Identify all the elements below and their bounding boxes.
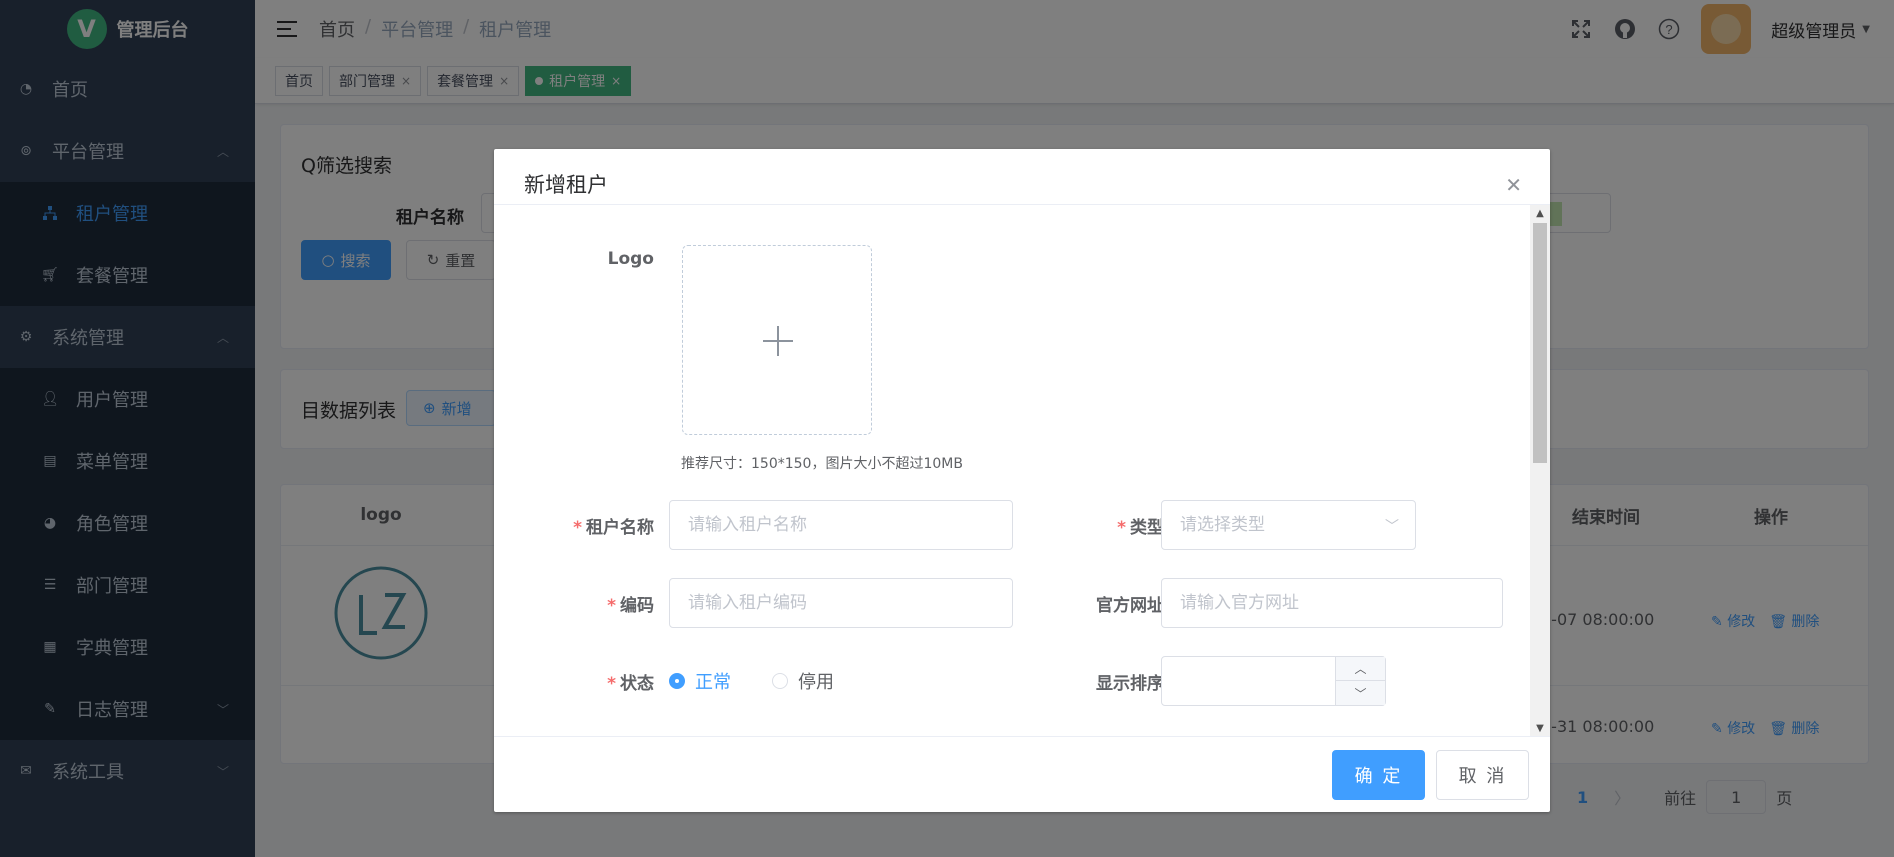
dialog-body: Logo 推荐尺寸：150*150，图片大小不超过10MB *租户名称 *类型 …: [494, 205, 1550, 736]
tenant-code-field[interactable]: [688, 593, 1012, 613]
code-label: * 编码: [607, 596, 654, 616]
tenant-name-label: * 租户名称: [573, 518, 654, 538]
sort-label: 显示排序: [1096, 674, 1164, 694]
tenant-name-field[interactable]: [688, 515, 1012, 535]
tenant-name-input[interactable]: [669, 500, 1013, 550]
type-select[interactable]: ﹀: [1161, 500, 1416, 550]
dialog-scrollbar[interactable]: ▲ ▼: [1530, 205, 1550, 736]
status-label: * 状态: [607, 674, 654, 694]
type-select-field[interactable]: [1180, 515, 1415, 535]
status-radio-disabled[interactable]: 停用: [772, 668, 834, 694]
logo-label: Logo: [607, 249, 654, 269]
scroll-down-icon[interactable]: ▼: [1530, 720, 1550, 736]
close-icon[interactable]: ✕: [1505, 173, 1522, 197]
type-label: * 类型: [1117, 518, 1164, 538]
dialog-title: 新增租户: [524, 173, 608, 197]
radio-label: 停用: [798, 672, 834, 693]
website-label: 官方网址: [1096, 596, 1164, 616]
website-input[interactable]: [1161, 578, 1503, 628]
stepper-buttons: ︿ ﹀: [1335, 657, 1385, 705]
chevron-down-icon: ﹀: [1385, 519, 1399, 535]
website-field[interactable]: [1180, 593, 1502, 613]
confirm-button[interactable]: 确 定: [1332, 750, 1425, 800]
tenant-code-input[interactable]: [669, 578, 1013, 628]
scroll-up-icon[interactable]: ▲: [1530, 205, 1550, 221]
radio-unchecked-icon: [772, 673, 788, 689]
chevron-up-icon[interactable]: ︿: [1336, 657, 1385, 681]
upload-tip: 推荐尺寸：150*150，图片大小不超过10MB: [681, 456, 963, 472]
sort-stepper[interactable]: ︿ ﹀: [1161, 656, 1386, 706]
scroll-thumb[interactable]: [1533, 223, 1547, 463]
radio-checked-icon: [669, 673, 685, 689]
chevron-down-icon[interactable]: ﹀: [1336, 681, 1385, 705]
add-tenant-dialog: 新增租户 ✕ Logo 推荐尺寸：150*150，图片大小不超过10MB * 租户…: [494, 149, 1550, 812]
status-radio-normal[interactable]: 正常: [669, 668, 731, 694]
cancel-button[interactable]: 取 消: [1436, 750, 1529, 800]
logo-uploader[interactable]: [682, 245, 872, 435]
radio-label: 正常: [695, 672, 731, 693]
